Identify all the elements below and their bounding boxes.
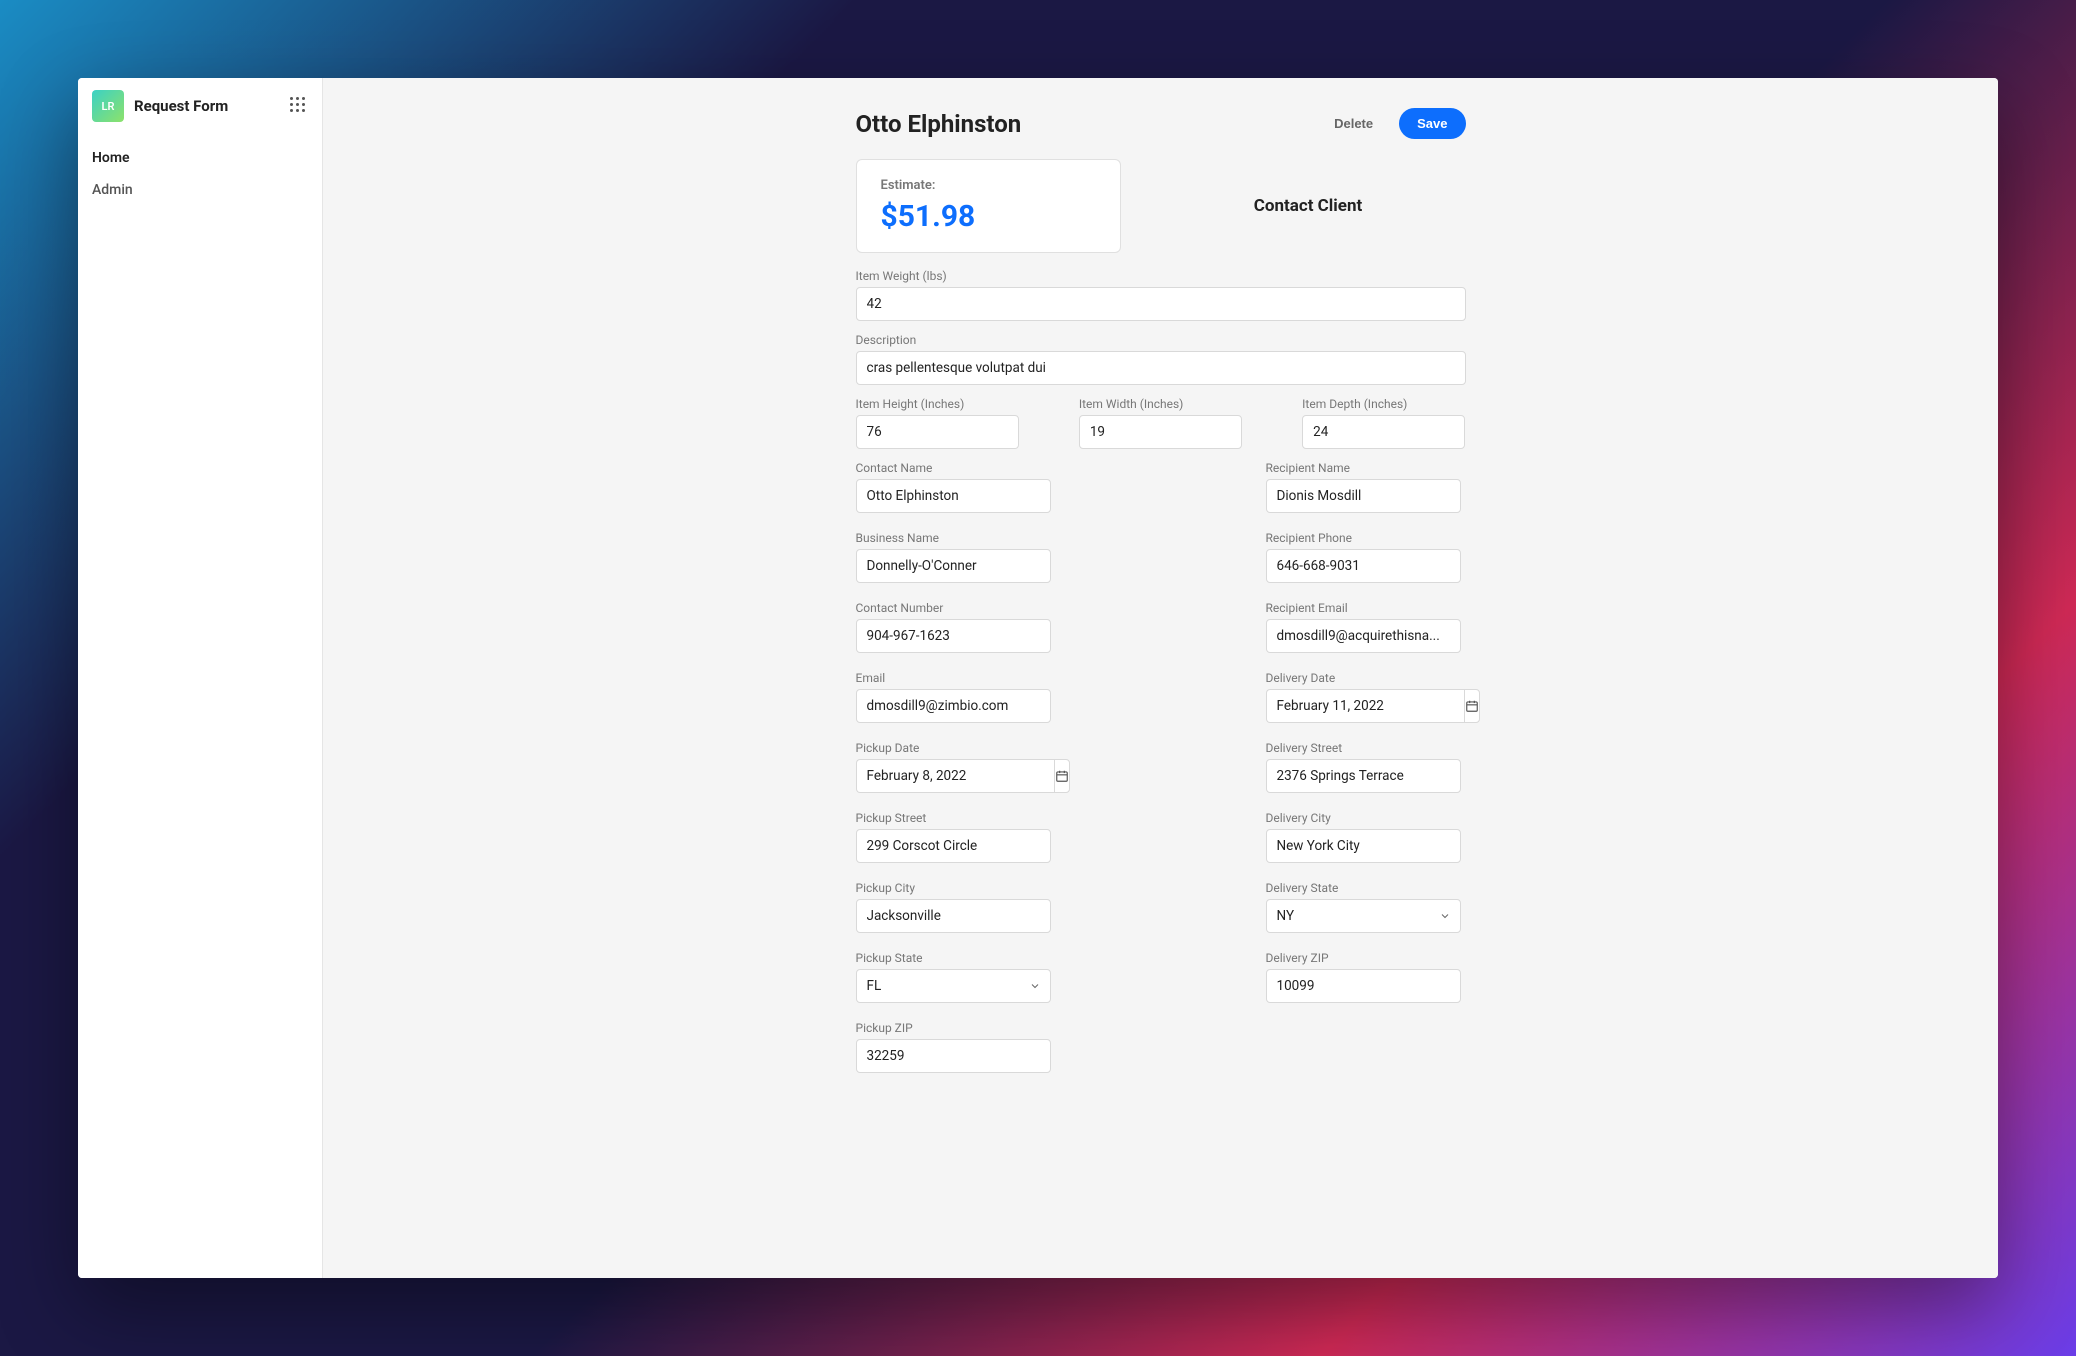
pickup-city-input[interactable] bbox=[856, 899, 1051, 933]
pickup-state-label: Pickup State bbox=[856, 951, 1056, 965]
delivery-date-picker-button[interactable] bbox=[1464, 689, 1480, 723]
pickup-zip-input[interactable] bbox=[856, 1039, 1051, 1073]
pickup-zip-label: Pickup ZIP bbox=[856, 1021, 1056, 1035]
estimate-label: Estimate: bbox=[881, 178, 1096, 193]
contact-name-input[interactable] bbox=[856, 479, 1051, 513]
business-name-label: Business Name bbox=[856, 531, 1056, 545]
pickup-state-select[interactable] bbox=[856, 969, 1051, 1003]
page-title: Otto Elphinston bbox=[856, 110, 1317, 138]
item-height-label: Item Height (Inches) bbox=[856, 397, 1019, 411]
main-content: Otto Elphinston Delete Save Estimate: $5… bbox=[323, 78, 1998, 1278]
recipient-phone-label: Recipient Phone bbox=[1266, 531, 1466, 545]
delete-button[interactable]: Delete bbox=[1316, 108, 1391, 139]
recipient-email-input[interactable] bbox=[1266, 619, 1461, 653]
contact-name-label: Contact Name bbox=[856, 461, 1056, 475]
app-logo: LR bbox=[92, 90, 124, 122]
recipient-name-input[interactable] bbox=[1266, 479, 1461, 513]
email-label: Email bbox=[856, 671, 1056, 685]
calendar-icon bbox=[1465, 699, 1479, 713]
app-title: Request Form bbox=[134, 97, 280, 115]
description-input[interactable] bbox=[856, 351, 1466, 385]
delivery-street-input[interactable] bbox=[1266, 759, 1461, 793]
delivery-city-input[interactable] bbox=[1266, 829, 1461, 863]
contact-number-label: Contact Number bbox=[856, 601, 1056, 615]
recipient-email-label: Recipient Email bbox=[1266, 601, 1466, 615]
estimate-card: Estimate: $51.98 bbox=[856, 159, 1121, 253]
apps-grid-icon[interactable] bbox=[290, 97, 308, 115]
sidebar-nav: Home Admin bbox=[78, 134, 322, 214]
item-depth-input[interactable] bbox=[1302, 415, 1465, 449]
save-button[interactable]: Save bbox=[1399, 108, 1465, 139]
page-header: Otto Elphinston Delete Save bbox=[856, 108, 1466, 139]
pickup-street-input[interactable] bbox=[856, 829, 1051, 863]
delivery-state-label: Delivery State bbox=[1266, 881, 1466, 895]
pickup-city-label: Pickup City bbox=[856, 881, 1056, 895]
contact-client-heading: Contact Client bbox=[1151, 159, 1466, 253]
item-height-input[interactable] bbox=[856, 415, 1019, 449]
item-width-input[interactable] bbox=[1079, 415, 1242, 449]
delivery-street-label: Delivery Street bbox=[1266, 741, 1466, 755]
recipient-phone-input[interactable] bbox=[1266, 549, 1461, 583]
pickup-street-label: Pickup Street bbox=[856, 811, 1056, 825]
contact-number-input[interactable] bbox=[856, 619, 1051, 653]
pickup-date-picker-button[interactable] bbox=[1054, 759, 1070, 793]
delivery-state-select[interactable] bbox=[1266, 899, 1461, 933]
pickup-date-input[interactable] bbox=[856, 759, 1054, 793]
sidebar: LR Request Form Home Admin bbox=[78, 78, 323, 1278]
sidebar-header: LR Request Form bbox=[78, 78, 322, 134]
business-name-input[interactable] bbox=[856, 549, 1051, 583]
sidebar-item-admin[interactable]: Admin bbox=[78, 174, 322, 206]
delivery-city-label: Delivery City bbox=[1266, 811, 1466, 825]
item-weight-input[interactable] bbox=[856, 287, 1466, 321]
description-label: Description bbox=[856, 333, 1466, 347]
calendar-icon bbox=[1055, 769, 1069, 783]
item-width-label: Item Width (Inches) bbox=[1079, 397, 1242, 411]
pickup-date-label: Pickup Date bbox=[856, 741, 1056, 755]
item-weight-label: Item Weight (lbs) bbox=[856, 269, 1466, 283]
delivery-zip-label: Delivery ZIP bbox=[1266, 951, 1466, 965]
delivery-date-label: Delivery Date bbox=[1266, 671, 1466, 685]
recipient-name-label: Recipient Name bbox=[1266, 461, 1466, 475]
email-input[interactable] bbox=[856, 689, 1051, 723]
delivery-zip-input[interactable] bbox=[1266, 969, 1461, 1003]
estimate-value: $51.98 bbox=[881, 199, 1096, 234]
app-window: LR Request Form Home Admin Otto Elphinst… bbox=[78, 78, 1998, 1278]
item-depth-label: Item Depth (Inches) bbox=[1302, 397, 1465, 411]
sidebar-item-home[interactable]: Home bbox=[78, 142, 322, 174]
delivery-date-input[interactable] bbox=[1266, 689, 1464, 723]
